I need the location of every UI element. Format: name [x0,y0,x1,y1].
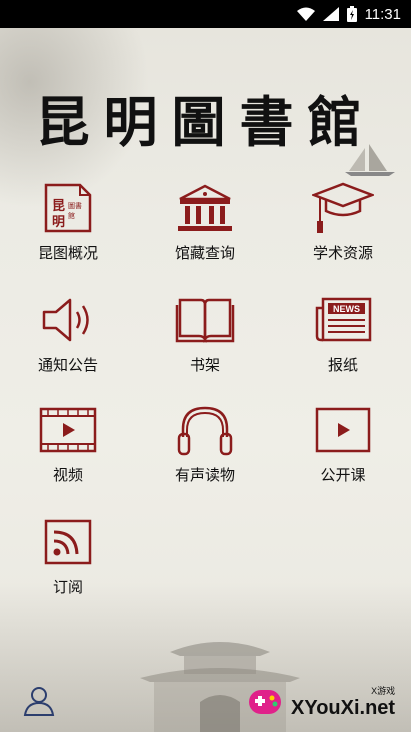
battery-icon [346,6,357,22]
menu-item-label: 有声读物 [174,466,235,484]
speaker-icon [37,292,99,348]
status-bar: 11:31 [0,0,411,28]
svg-text:館: 館 [68,211,75,220]
watermark-small-text: X游戏 [371,686,396,696]
menu-item-label: 书架 [189,356,220,374]
svg-text:昆: 昆 [52,198,65,214]
user-profile-button[interactable] [22,684,56,718]
menu-item-academic-resources[interactable]: 学术资源 [283,180,403,270]
svg-text:明: 明 [52,215,65,230]
headphones-icon [174,402,236,458]
svg-text:圖書: 圖書 [68,201,82,210]
gamepad-logo-icon [249,690,281,714]
menu-item-label: 公开课 [320,466,366,484]
user-icon [23,687,55,716]
menu-item-bookshelf[interactable]: 书架 [145,292,265,382]
menu-item-label: 馆藏查询 [174,244,235,262]
menu-item-audiobooks[interactable]: 有声读物 [145,402,265,492]
menu-item-label: 学术资源 [312,244,373,262]
open-book-icon [174,292,236,348]
menu-item-label: 昆图概况 [37,244,98,262]
play-screen-icon [312,402,374,458]
menu-item-open-course[interactable]: 公开课 [283,402,403,492]
menu-item-label: 订阅 [52,578,83,596]
library-logo-icon: 昆 明 圖書 館 [37,180,99,236]
menu-item-announcements[interactable]: 通知公告 [8,292,128,382]
clock: 11:31 [364,5,401,23]
rss-icon [37,514,99,570]
video-film-icon [37,402,99,458]
app-title: 昆明圖書館 [35,90,376,154]
svg-text:NEWS: NEWS [333,304,360,314]
menu-item-collection-search[interactable]: 馆藏查询 [145,180,265,270]
watermark-text: XYouXi.net [291,697,396,719]
menu-item-newspapers[interactable]: NEWS 报纸 [283,292,403,382]
menu-item-label: 通知公告 [37,356,98,374]
menu-item-overview[interactable]: 昆 明 圖書 館 昆图概况 [8,180,128,270]
graduation-cap-icon [312,180,374,236]
building-icon [174,180,236,236]
newspaper-icon: NEWS [312,292,374,348]
watermark: X游戏 XYouXi.net [245,678,405,726]
signal-icon [322,7,339,21]
menu-item-label: 视频 [52,466,83,484]
wifi-icon [296,7,315,21]
menu-item-subscribe[interactable]: 订阅 [8,514,128,604]
menu-item-label: 报纸 [327,356,358,374]
menu-item-video[interactable]: 视频 [8,402,128,492]
